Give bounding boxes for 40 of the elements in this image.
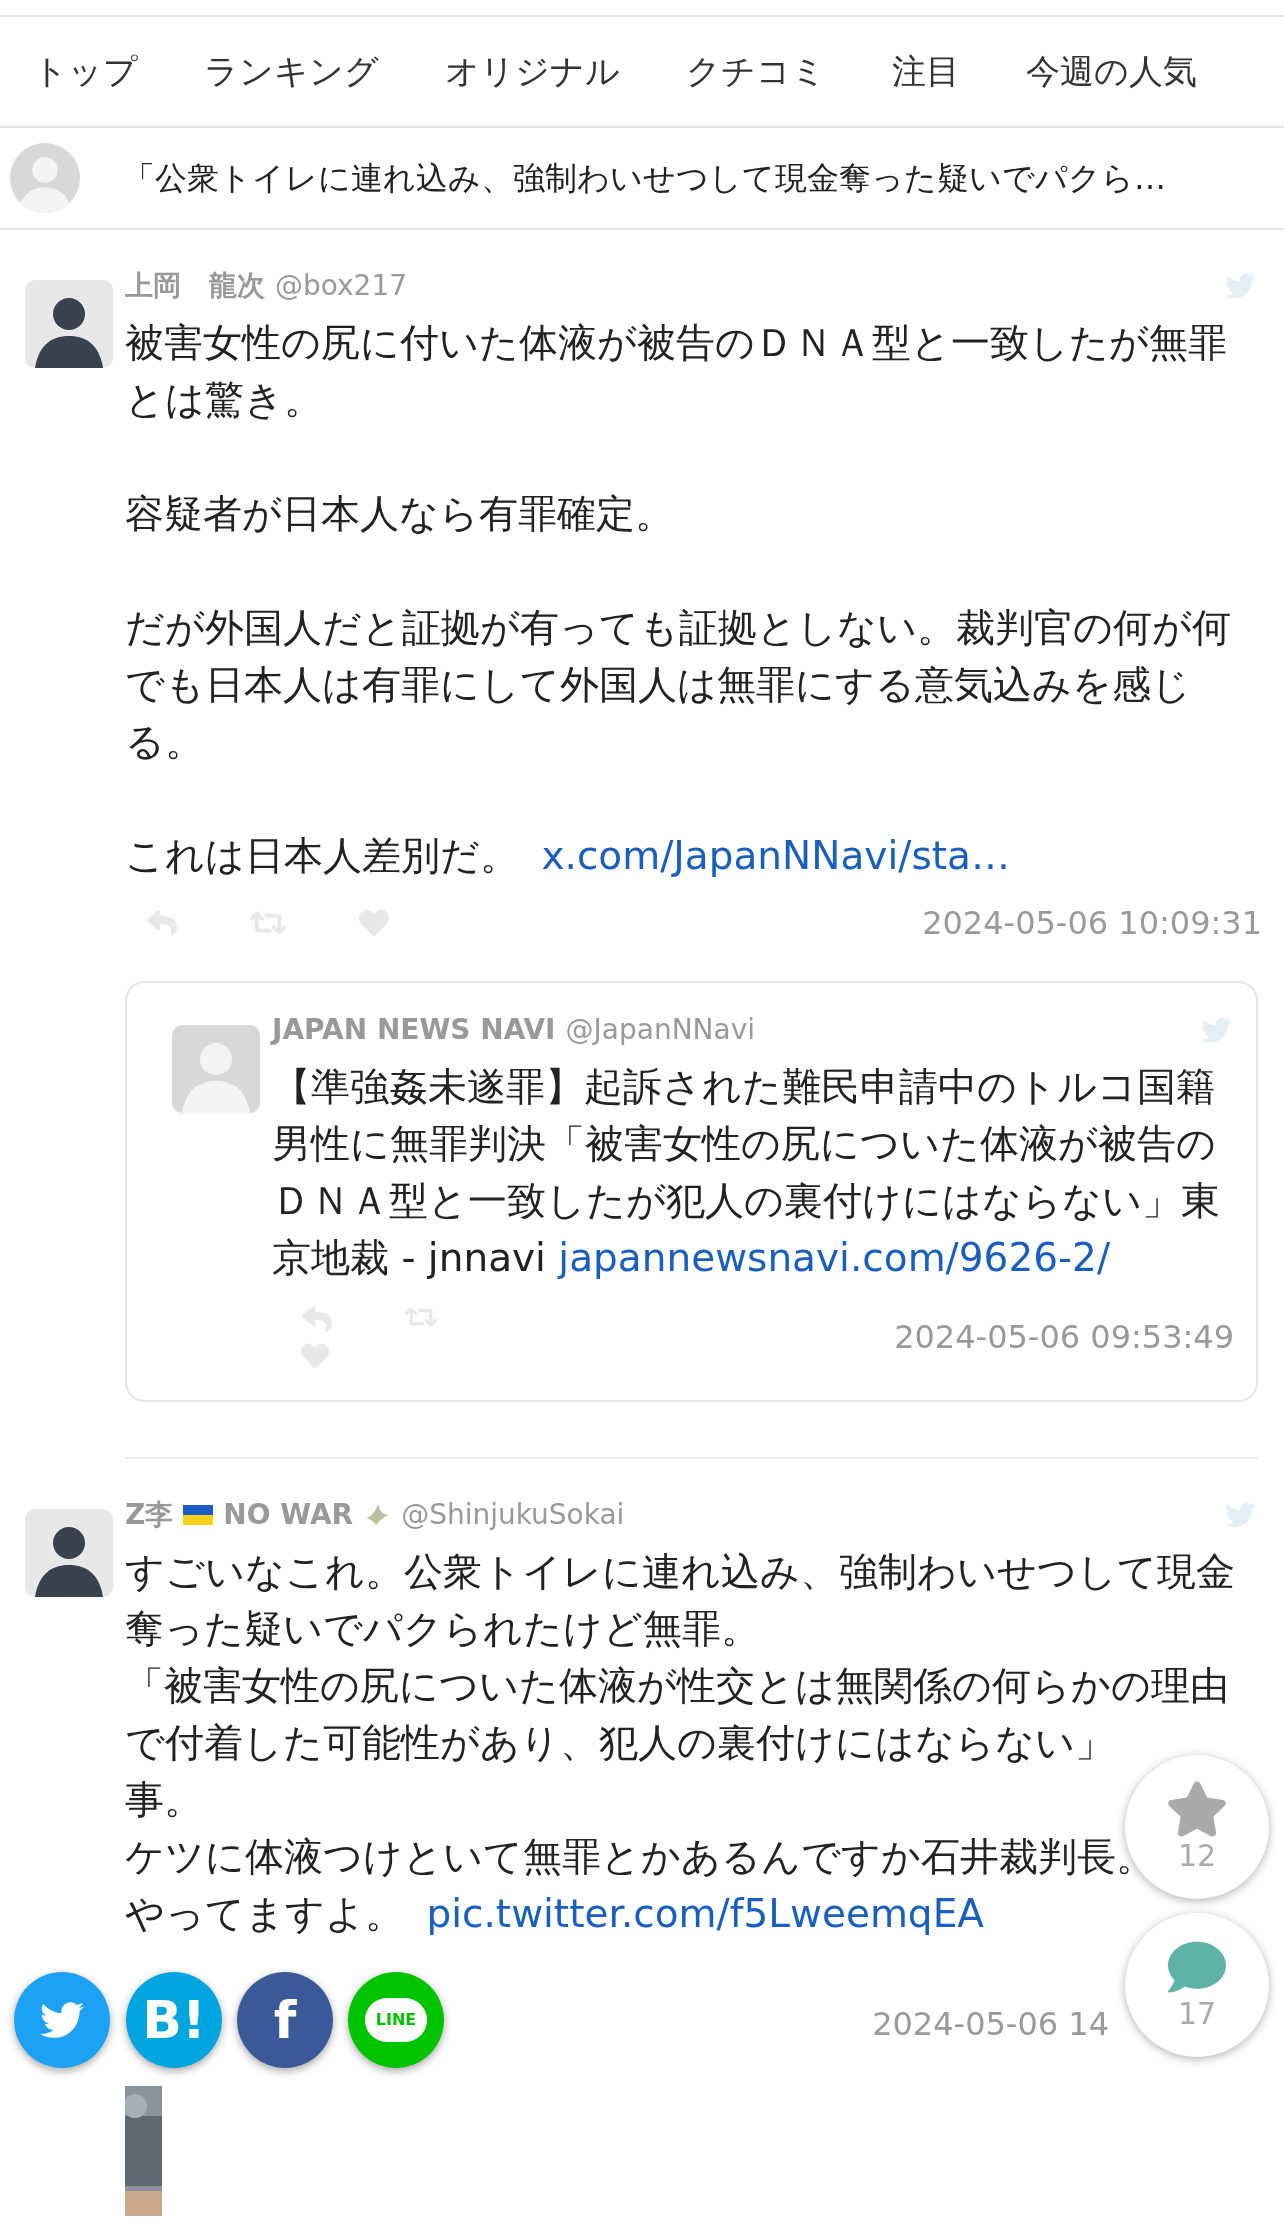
timestamp: 2024-05-06 09:53:49 bbox=[894, 1317, 1234, 1358]
tweet-text: で付着した可能性があり、犯人の裏付けにはならない」 bbox=[125, 1719, 1114, 1767]
author-handle: @ShinjukuSokai bbox=[401, 1497, 625, 1533]
speech-bubble-icon: LINE bbox=[365, 1998, 427, 2042]
timestamp: 2024-05-06 10:09:31 bbox=[922, 903, 1262, 944]
share-button[interactable] bbox=[14, 1972, 110, 2068]
tweet-text: やってますよ。 pic.twitter.com/f5LweemqEA bbox=[125, 1890, 984, 1938]
tweet-text: 奪った疑いでパクられたけど無罪。 bbox=[125, 1605, 760, 1653]
tweet-text: る。 bbox=[125, 718, 204, 766]
tweet-text: とは驚き。 bbox=[125, 376, 323, 424]
tweet-text: 事。 bbox=[125, 1776, 203, 1824]
link[interactable]: x.com/JapanNNavi/sta… bbox=[541, 833, 1010, 878]
timestamp: 2024-05-06 14 bbox=[872, 2004, 1109, 2045]
headline-title[interactable]: 「公衆トイレに連れ込み、強制わいせつして現金奪った疑いでパクら… bbox=[123, 154, 1166, 202]
author-name: Z李 bbox=[125, 1497, 174, 1533]
star-icon bbox=[1166, 1780, 1228, 1838]
author-handle: @box217 bbox=[275, 268, 408, 304]
author-name: JAPAN NEWS NAVI bbox=[272, 1012, 556, 1048]
link[interactable]: japannewsnavi.com/9626-2/ bbox=[558, 1235, 1111, 1280]
nav-tab[interactable]: オリジナル bbox=[445, 46, 620, 97]
tweet-text: でも日本人は有罪にして外国人は無罪にする意気込みを感じ bbox=[125, 661, 1191, 709]
link[interactable]: pic.twitter.com/f5LweemqEA bbox=[426, 1891, 984, 1936]
flag-icon bbox=[183, 1505, 214, 1525]
nav-tab[interactable]: トップ bbox=[33, 46, 138, 97]
author-handle: @JapanNNavi bbox=[565, 1012, 756, 1048]
tweet-text: これは日本人差別だ。 x.com/JapanNNavi/sta… bbox=[125, 832, 1010, 880]
nav-tab[interactable]: 注目 bbox=[892, 46, 960, 97]
tweet-text: だが外国人だと証拠が有っても証拠としない。裁判官の何が何 bbox=[125, 604, 1231, 652]
author-name: NO WAR bbox=[223, 1497, 354, 1533]
nav-tab[interactable]: 今週の人気 bbox=[1026, 46, 1197, 97]
tweet-text: 【準強姦未遂罪】起訴された難民申請中のトルコ国籍 男性に無罪判決「被害女性の尻についた体液が被告の ＤＮＡ型と一致したが犯人の裏付けにはならない」東 京地裁 - jnnavi japannewsnavi.com/9626-2/ bbox=[272, 1063, 1221, 1282]
tweet-text: 容疑者が日本人なら有罪確定。 bbox=[125, 490, 674, 538]
nav-tab[interactable]: ランキング bbox=[204, 46, 379, 97]
tweet-text: すごいなこれ。公衆トイレに連れ込み、強制わいせつして現金 bbox=[125, 1548, 1235, 1596]
tweet-text: 被害女性の尻に付いた体液が被告のＤＮＡ型と一致したが無罪 bbox=[125, 319, 1227, 367]
tweet-text: 「被害女性の尻についた体液が性交とは無関係の何らかの理由 bbox=[125, 1662, 1229, 1710]
quoted-tweet-card[interactable]: JAPAN NEWS NAVI @JapanNNavi 【準強姦未遂罪】起訴された難民申請中のトルコ国籍 男性に無罪判決「被害女性の尻についた体液が被告の ＤＮＡ型と一致したが犯人の裏付けにはならない」東 京地裁 - jnnavi japannewsnavi.com/9626-2/ 2024-05-06 09:53:49 bbox=[125, 981, 1258, 1402]
share-button[interactable]: f bbox=[237, 1972, 333, 2068]
author-name: 上岡 龍次 bbox=[125, 268, 265, 304]
nav-tab[interactable]: クチコミ bbox=[686, 46, 826, 97]
